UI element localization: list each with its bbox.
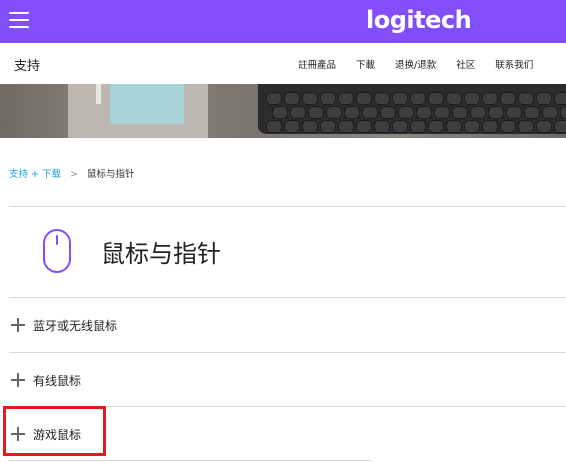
keyboard-key — [356, 92, 372, 105]
keyboard-key — [362, 106, 378, 119]
keyboard-key — [482, 92, 498, 105]
nav-link-downloads[interactable]: 下載 — [356, 57, 375, 71]
breadcrumb-link-support-downloads[interactable]: 支持 + 下载 — [9, 169, 61, 180]
keyboard-key — [434, 106, 450, 119]
keyboard-key — [506, 106, 522, 119]
breadcrumb: 支持 + 下载 > 鼠标与指针 — [9, 166, 135, 180]
nav-link-register-product[interactable]: 註冊產品 — [298, 57, 336, 71]
accordion-item-bluetooth-wireless-mice[interactable]: 蓝牙或无线鼠标 — [9, 298, 566, 352]
keyboard-key — [320, 120, 336, 133]
plus-icon — [11, 373, 25, 387]
top-bar: logitech — [0, 0, 566, 43]
keyboard-key — [338, 92, 354, 105]
pen-image — [96, 84, 101, 104]
keyboard-key — [428, 92, 444, 105]
keyboard-key — [356, 120, 372, 133]
keyboard-key — [392, 92, 408, 105]
keyboard-key — [374, 120, 390, 133]
keyboard-key — [470, 106, 486, 119]
plus-icon — [11, 427, 25, 441]
keyboard-key — [518, 120, 534, 133]
keyboard-key — [488, 106, 504, 119]
keyboard-key — [536, 92, 552, 105]
divider — [9, 460, 371, 461]
keyboard-key — [560, 106, 566, 119]
keyboard-key — [518, 92, 534, 105]
hamburger-menu-icon[interactable] — [9, 12, 29, 28]
keyboard-key — [446, 92, 462, 105]
keyboard-key — [284, 120, 300, 133]
sticky-note-image — [110, 84, 184, 124]
mouse-icon — [43, 229, 71, 273]
hero-banner-image — [0, 84, 566, 138]
accordion-item-wired-mice[interactable]: 有线鼠标 — [9, 353, 566, 407]
keyboard-key — [446, 120, 462, 133]
keyboard-key — [464, 120, 480, 133]
keyboard-key — [536, 120, 552, 133]
nav-link-returns-refunds[interactable]: 退换/退款 — [395, 57, 436, 71]
keyboard-key — [326, 106, 342, 119]
keyboard-key — [392, 120, 408, 133]
keyboard-key — [500, 92, 516, 105]
keyboard-key — [410, 120, 426, 133]
keyboard-key — [464, 92, 480, 105]
accordion-item-gaming-mice[interactable]: 游戏鼠标 — [9, 407, 566, 461]
accordion-label: 有线鼠标 — [33, 374, 82, 388]
logitech-logo[interactable]: logitech — [366, 6, 472, 34]
breadcrumb-current: 鼠标与指针 — [87, 169, 135, 180]
nav-link-community[interactable]: 社区 — [456, 57, 475, 71]
keyboard-key — [284, 92, 300, 105]
keyboard-key — [290, 106, 306, 119]
keyboard-key — [344, 106, 360, 119]
support-nav-links: 註冊產品 下載 退换/退款 社区 联系我们 — [298, 57, 553, 71]
keyboard-key — [524, 106, 540, 119]
keyboard-key — [380, 106, 396, 119]
support-nav-bar: 支持 註冊產品 下載 退换/退款 社区 联系我们 — [0, 43, 566, 84]
keyboard-key — [554, 92, 566, 105]
divider — [9, 206, 566, 207]
support-title[interactable]: 支持 — [14, 55, 40, 74]
breadcrumb-separator: > — [70, 169, 78, 180]
keyboard-key — [482, 120, 498, 133]
keyboard-key — [428, 120, 444, 133]
nav-link-contact-us[interactable]: 联系我们 — [495, 57, 533, 71]
keyboard-key — [554, 120, 566, 133]
keyboard-key — [374, 92, 390, 105]
keyboard-key — [266, 92, 282, 105]
keyboard-key — [320, 92, 336, 105]
keyboard-key — [338, 120, 354, 133]
keyboard-key — [500, 120, 516, 133]
keyboard-key — [398, 106, 414, 119]
keyboard-key — [302, 120, 318, 133]
keyboard-key — [410, 92, 426, 105]
keyboard-key — [452, 106, 468, 119]
accordion-label: 游戏鼠标 — [33, 428, 82, 442]
keyboard-key — [542, 106, 558, 119]
keyboard-key — [302, 92, 318, 105]
plus-icon — [11, 318, 25, 332]
keyboard-key — [272, 106, 288, 119]
accordion-label: 蓝牙或无线鼠标 — [33, 319, 118, 333]
page-title: 鼠标与指针 — [101, 240, 221, 268]
keyboard-key — [416, 106, 432, 119]
keyboard-key — [308, 106, 324, 119]
keyboard-key — [266, 120, 282, 133]
